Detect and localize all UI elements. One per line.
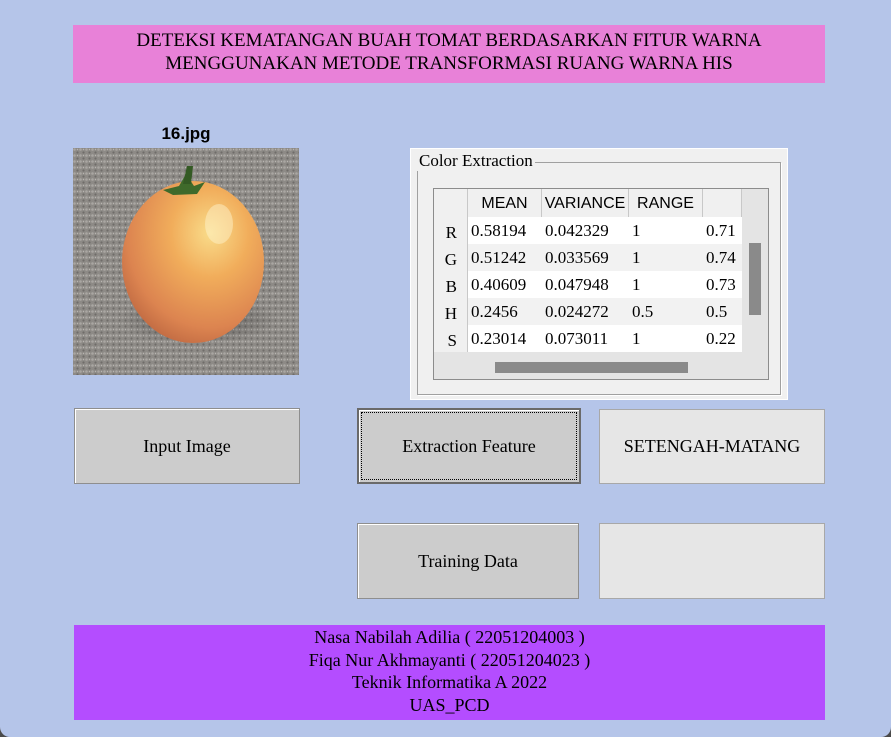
- footer-banner: Nasa Nabilah Adilia ( 22051204003 ) Fiqa…: [74, 625, 825, 720]
- extraction-feature-button[interactable]: Extraction Feature: [357, 408, 581, 484]
- table-cell[interactable]: 0.73: [703, 271, 742, 298]
- footer-line-2: Fiqa Nur Akhmayanti ( 22051204023 ): [308, 649, 591, 670]
- footer-line-1: Nasa Nabilah Adilia ( 22051204003 ): [314, 627, 585, 647]
- footer-line-4: UAS_PCD: [409, 694, 490, 715]
- col-header-variance[interactable]: VARIANCE: [542, 189, 629, 217]
- table-row[interactable]: B 0.40609 0.047948 1 0.73: [434, 271, 742, 298]
- training-data-button[interactable]: Training Data: [357, 523, 579, 599]
- table-cell[interactable]: 0.042329: [542, 217, 629, 244]
- row-header: G: [434, 244, 468, 271]
- title-line-1: DETEKSI KEMATANGAN BUAH TOMAT BERDASARKA…: [136, 30, 762, 51]
- table-row[interactable]: H 0.2456 0.024272 0.5 0.5: [434, 298, 742, 325]
- panel-title: Color Extraction: [417, 151, 535, 171]
- vertical-scrollbar-thumb[interactable]: [749, 243, 761, 315]
- title-line-2: MENGGUNAKAN METODE TRANSFORMASI RUANG WA…: [165, 53, 733, 74]
- table-cell[interactable]: 0.23014: [468, 325, 542, 352]
- row-header: B: [434, 271, 468, 298]
- table-cell[interactable]: 0.74: [703, 244, 742, 271]
- table-cell[interactable]: 0.047948: [542, 271, 629, 298]
- table-cell[interactable]: 1: [629, 217, 703, 244]
- input-image-button[interactable]: Input Image: [74, 408, 300, 484]
- table-cell[interactable]: 0.51242: [468, 244, 542, 271]
- table-cell[interactable]: 0.22: [703, 325, 742, 352]
- row-header: S: [434, 325, 468, 352]
- row-header: R: [434, 217, 468, 244]
- table-corner: [434, 189, 468, 217]
- row-header: H: [434, 298, 468, 325]
- table-row[interactable]: S 0.23014 0.073011 1 0.22: [434, 325, 742, 352]
- table-cell[interactable]: 0.2456: [468, 298, 542, 325]
- title-banner: DETEKSI KEMATANGAN BUAH TOMAT BERDASARKA…: [73, 25, 825, 83]
- col-header-mean[interactable]: MEAN: [468, 189, 542, 217]
- feature-table[interactable]: MEAN VARIANCE RANGE R 0.58194 0.042329 1…: [433, 188, 769, 380]
- table-cell[interactable]: 0.073011: [542, 325, 629, 352]
- table-cell[interactable]: 0.024272: [542, 298, 629, 325]
- table-cell[interactable]: 0.5: [629, 298, 703, 325]
- table-cell[interactable]: 1: [629, 244, 703, 271]
- table-cell[interactable]: 0.033569: [542, 244, 629, 271]
- tomato-image: [73, 148, 299, 375]
- horizontal-scrollbar-thumb[interactable]: [495, 362, 688, 373]
- col-header-range[interactable]: RANGE: [629, 189, 703, 217]
- table-row[interactable]: G 0.51242 0.033569 1 0.74: [434, 244, 742, 271]
- image-filename-label: 16.jpg: [161, 124, 211, 143]
- col-header-extra[interactable]: [703, 189, 742, 217]
- table-cell[interactable]: 0.71: [703, 217, 742, 244]
- footer-line-3: Teknik Informatika A 2022: [351, 672, 548, 692]
- table-row[interactable]: R 0.58194 0.042329 1 0.71: [434, 217, 742, 244]
- table-body: R 0.58194 0.042329 1 0.71 G 0.51242 0.03…: [434, 217, 742, 352]
- table-cell[interactable]: 1: [629, 325, 703, 352]
- table-header: MEAN VARIANCE RANGE: [434, 189, 742, 217]
- table-cell[interactable]: 0.40609: [468, 271, 542, 298]
- table-cell[interactable]: 0.58194: [468, 217, 542, 244]
- app-window: DETEKSI KEMATANGAN BUAH TOMAT BERDASARKA…: [0, 0, 891, 737]
- result-label-2: [599, 523, 825, 599]
- table-cell[interactable]: 1: [629, 271, 703, 298]
- table-cell[interactable]: 0.5: [703, 298, 742, 325]
- result-label-1: SETENGAH-MATANG: [599, 409, 825, 484]
